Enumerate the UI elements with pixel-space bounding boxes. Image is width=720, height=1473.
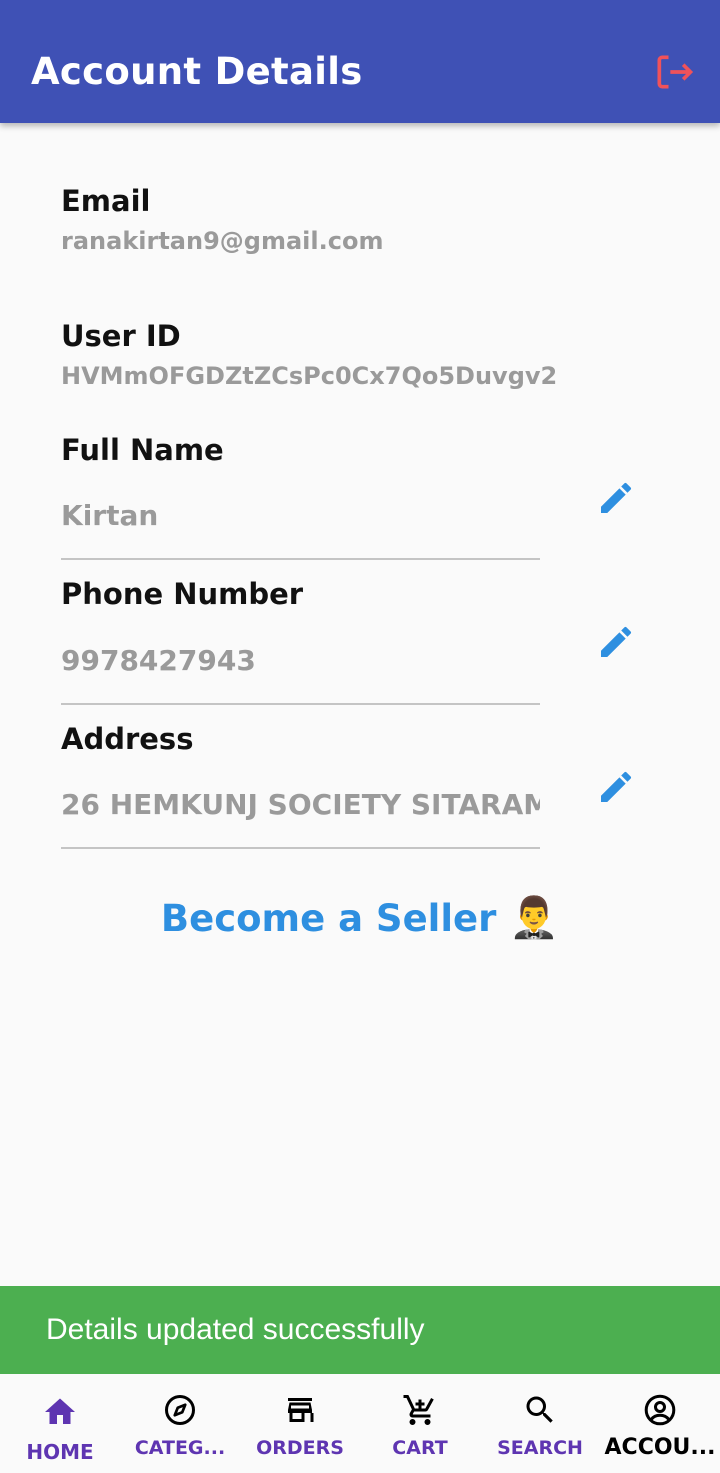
nav-cart[interactable]: CART bbox=[360, 1374, 480, 1473]
search-icon bbox=[526, 1396, 553, 1423]
page-title: Account Details bbox=[31, 50, 363, 93]
nav-search[interactable]: SEARCH bbox=[480, 1374, 600, 1473]
full-name-label: Full Name bbox=[61, 433, 224, 467]
logout-icon[interactable] bbox=[652, 50, 696, 94]
seller-emoji: 🤵‍♂️ bbox=[509, 895, 560, 941]
phone-label: Phone Number bbox=[61, 577, 304, 611]
cart-icon bbox=[403, 1395, 434, 1425]
home-icon bbox=[45, 1398, 75, 1424]
nav-categories[interactable]: CATEG... bbox=[120, 1374, 240, 1473]
store-icon bbox=[288, 1398, 314, 1422]
account-circle-icon bbox=[644, 1394, 676, 1426]
edit-address-icon[interactable] bbox=[596, 767, 636, 807]
bottom-navigation: HOME CATEG... ORDERS CART SEARCH ACCOU..… bbox=[0, 1374, 720, 1473]
become-seller-link[interactable]: Become a Seller 🤵‍♂️ bbox=[0, 893, 720, 944]
snackbar-message: Details updated successfully bbox=[46, 1313, 425, 1346]
full-name-field[interactable]: Kirtan bbox=[61, 496, 540, 560]
user-id-value: HVMmOFGDZtZCsPc0Cx7Qo5Duvgv2 bbox=[61, 362, 558, 390]
edit-full-name-icon[interactable] bbox=[596, 478, 636, 518]
nav-search-label: SEARCH bbox=[497, 1437, 583, 1459]
nav-home[interactable]: HOME bbox=[0, 1374, 120, 1473]
compass-icon bbox=[165, 1395, 195, 1425]
nav-cart-label: CART bbox=[392, 1437, 448, 1459]
nav-orders-label: ORDERS bbox=[256, 1437, 344, 1459]
nav-categories-label: CATEG... bbox=[134, 1437, 226, 1459]
address-field[interactable]: 26 HEMKUNJ SOCIETY SITARAM bbox=[61, 785, 540, 849]
user-id-label: User ID bbox=[61, 319, 181, 353]
nav-orders[interactable]: ORDERS bbox=[240, 1374, 360, 1473]
edit-phone-icon[interactable] bbox=[596, 622, 636, 662]
become-seller-label: Become a Seller bbox=[160, 897, 497, 940]
nav-account[interactable]: ACCOU... bbox=[600, 1374, 720, 1473]
email-value: ranakirtan9@gmail.com bbox=[61, 227, 384, 255]
phone-field[interactable]: 9978427943 bbox=[61, 641, 540, 705]
nav-home-label: HOME bbox=[26, 1440, 94, 1464]
app-bar: Account Details bbox=[0, 0, 720, 123]
nav-account-label: ACCOU... bbox=[604, 1435, 716, 1460]
snackbar: Details updated successfully bbox=[0, 1286, 720, 1374]
address-label: Address bbox=[61, 722, 194, 756]
email-label: Email bbox=[61, 184, 151, 218]
